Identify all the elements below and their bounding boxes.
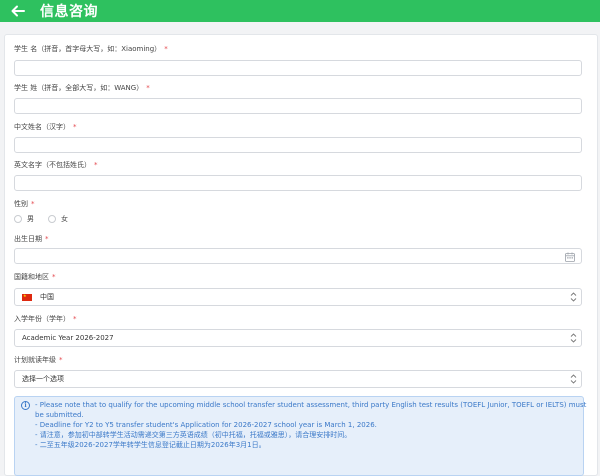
back-button[interactable] (8, 1, 28, 21)
notice-line: be submitted. (35, 411, 84, 419)
english-name-label-text: 英文名字（不包括姓氏） (14, 161, 91, 169)
chinese-name-input[interactable] (14, 137, 582, 153)
entry-year-select[interactable]: Academic Year 2026-2027 (14, 329, 582, 347)
grade-value: 选择一个选项 (22, 375, 64, 383)
required-mark: * (146, 84, 150, 92)
gender-option-label: 女 (61, 215, 68, 223)
last-name-input[interactable] (14, 98, 582, 114)
gender-option-male[interactable]: 男 (14, 214, 34, 224)
gender-radio-group: 男 女 (14, 214, 82, 224)
nationality-select[interactable]: ★ 中国 (14, 288, 582, 306)
required-mark: * (73, 315, 77, 323)
required-mark: * (94, 161, 98, 169)
notice-line: - 请注意，参加初中部转学生活动需递交第三方英语成绩（初中托福，托福或雅思），请… (35, 431, 352, 439)
required-mark: * (73, 123, 77, 131)
birthdate-input[interactable] (14, 248, 582, 264)
grade-label-text: 计划就读年级 (14, 356, 56, 364)
english-name-label: 英文名字（不包括姓氏） * (14, 160, 98, 170)
birthdate-label-text: 出生日期 (14, 235, 42, 243)
chevron-up-down-icon (570, 374, 577, 384)
calendar-icon[interactable] (565, 252, 575, 262)
nationality-label-text: 国籍和地区 (14, 273, 49, 281)
birthdate-label: 出生日期 * (14, 234, 49, 244)
info-icon: i (21, 401, 30, 410)
last-name-label: 学生 姓（拼音，全部大写，如：WANG） * (14, 83, 150, 93)
app-header: 信息咨询 (0, 0, 600, 22)
entry-year-label: 入学年份（学年） * (14, 314, 77, 324)
chevron-up-down-icon (570, 292, 577, 302)
chinese-name-label-text: 中文姓名（汉字） (14, 123, 70, 131)
gender-option-label: 男 (27, 215, 34, 223)
chinese-name-label: 中文姓名（汉字） * (14, 122, 77, 132)
radio-button[interactable] (48, 215, 56, 223)
notice-line: - Please note that to qualify for the up… (35, 401, 587, 409)
required-mark: * (52, 273, 56, 281)
required-mark: * (45, 235, 49, 243)
nationality-label: 国籍和地区 * (14, 272, 56, 282)
china-flag-icon: ★ (22, 293, 32, 301)
entry-year-value: Academic Year 2026-2027 (22, 334, 114, 342)
english-name-input[interactable] (14, 175, 582, 191)
chevron-up-down-icon (570, 333, 577, 343)
notice-line: - Deadline for Y2 to Y5 transfer student… (35, 421, 377, 429)
required-mark: * (59, 356, 63, 364)
last-name-label-text: 学生 姓（拼音，全部大写，如：WANG） (14, 84, 144, 92)
first-name-label: 学生 名（拼音，首字母大写，如：Xiaoming） * (14, 44, 168, 54)
first-name-input[interactable] (14, 60, 582, 76)
gender-label-text: 性别 (14, 200, 28, 208)
grade-select[interactable]: 选择一个选项 (14, 370, 582, 388)
info-notice: i - Please note that to qualify for the … (14, 396, 587, 476)
radio-button[interactable] (14, 215, 22, 223)
page-title: 信息咨询 (40, 4, 98, 20)
entry-year-label-text: 入学年份（学年） (14, 315, 70, 323)
nationality-value: 中国 (40, 293, 54, 301)
gender-option-female[interactable]: 女 (48, 214, 68, 224)
notice-line: - 二至五年级2026-2027学年转学生信息登记截止日期为2026年3月1日。 (35, 441, 266, 449)
first-name-label-text: 学生 名（拼音，首字母大写，如：Xiaoming） (14, 45, 162, 53)
required-mark: * (164, 45, 168, 53)
gender-label: 性别 * (14, 199, 35, 209)
grade-label: 计划就读年级 * (14, 355, 63, 365)
arrow-left-icon (11, 5, 25, 17)
required-mark: * (31, 200, 35, 208)
